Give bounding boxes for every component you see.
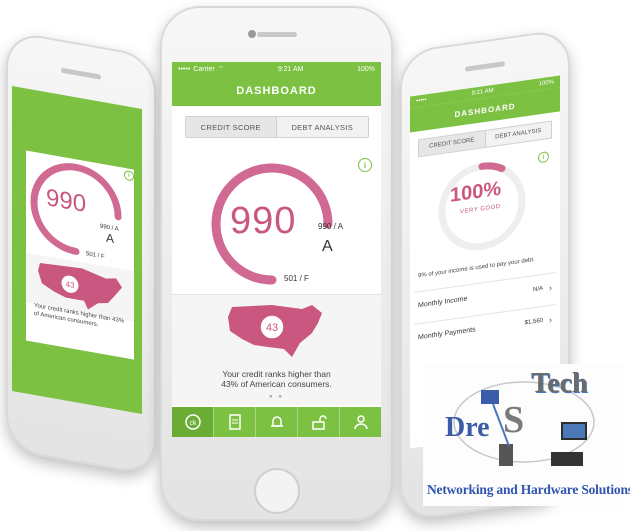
logo-dre-text: Dre (445, 412, 490, 443)
nav-home[interactable]: ck (172, 407, 213, 437)
left-score-grade: A (106, 230, 115, 247)
credit-score-max: 990 / A (318, 222, 343, 231)
credit-grade: A (322, 238, 333, 255)
battery-label: 100% (357, 65, 375, 73)
chevron-right-icon: › (549, 314, 552, 325)
logo-s-text: S (503, 399, 525, 441)
right-status-time: 9:21 AM (471, 87, 494, 97)
bell-icon (270, 416, 283, 427)
front-camera (248, 30, 256, 38)
left-phone-screen: 990 990 / A A 501 / F i 43 Your credit r… (12, 86, 142, 414)
speaker (61, 67, 101, 80)
profile-icon (353, 415, 368, 430)
status-time: 9:21 AM (277, 65, 304, 73)
ranking-caption: Your credit ranks higher than 43% of Ame… (172, 369, 381, 389)
usa-map: 43 (228, 305, 322, 357)
document-icon (228, 414, 241, 430)
status-bar: ••••• Carrier ⌔ 9:21 AM 100% (172, 62, 381, 76)
svg-text:ck: ck (189, 420, 197, 427)
bottom-nav: ck (172, 407, 381, 437)
center-phone-screen: ••••• Carrier ⌔ 9:21 AM 100% DASHBOARD C… (172, 62, 381, 437)
right-battery-label: 100% (538, 79, 554, 88)
ranking-caption-line1: Your credit ranks higher than (222, 369, 331, 379)
credit-score-panel: 990 990 / A A 501 / F (172, 160, 381, 290)
nav-reports[interactable] (213, 407, 255, 437)
center-phone: ••••• Carrier ⌔ 9:21 AM 100% DASHBOARD C… (160, 6, 393, 521)
nav-profile[interactable] (339, 407, 381, 437)
logo-tech-text: Tech (531, 368, 588, 399)
left-percent-badge: 43 (66, 280, 75, 291)
left-phone: 990 990 / A A 501 / F i 43 Your credit r… (6, 30, 156, 477)
speaker (465, 61, 505, 72)
signal-icon: ••••• (178, 65, 191, 73)
nav-unlock[interactable] (297, 407, 339, 437)
nav-alerts[interactable] (255, 407, 297, 437)
left-score-card: 990 990 / A A 501 / F i 43 Your credit r… (26, 150, 134, 360)
page-title: DASHBOARD (172, 76, 381, 106)
ranking-panel: 43 Your credit ranks higher than 43% of … (172, 294, 381, 405)
carrier-label: Carrier (193, 65, 215, 73)
monthly-payments-value: $1,560 (524, 317, 543, 326)
credit-score-value: 990 (230, 200, 297, 242)
monthly-payments-label: Monthly Payments (418, 326, 476, 342)
tab-credit-score[interactable]: CREDIT SCORE (185, 117, 277, 137)
page-dots[interactable]: ● ● (172, 394, 381, 400)
speaker (256, 32, 297, 37)
home-button[interactable] (253, 468, 300, 514)
percent-badge: 43 (266, 322, 278, 334)
monthly-income-label: Monthly Income (418, 295, 468, 310)
unlock-icon (311, 415, 327, 430)
logo-tagline: Networking and Hardware Solutions (427, 482, 630, 497)
credit-karma-icon: ck (184, 414, 201, 430)
wifi-icon: ⌔ (217, 65, 225, 73)
dretech-logo: Tech S Dre Networking and Hardware Solut… (423, 364, 630, 506)
signal-icon: ••••• (416, 97, 427, 105)
monthly-income-value: N/A (532, 285, 543, 293)
tab-debt-analysis[interactable]: DEBT ANALYSIS (277, 117, 368, 137)
chevron-right-icon: › (549, 282, 552, 293)
ranking-caption-line2: 43% of American consumers. (221, 379, 332, 389)
credit-score-min: 501 / F (284, 274, 309, 283)
tab-bar: CREDIT SCORE DEBT ANALYSIS (184, 116, 369, 138)
